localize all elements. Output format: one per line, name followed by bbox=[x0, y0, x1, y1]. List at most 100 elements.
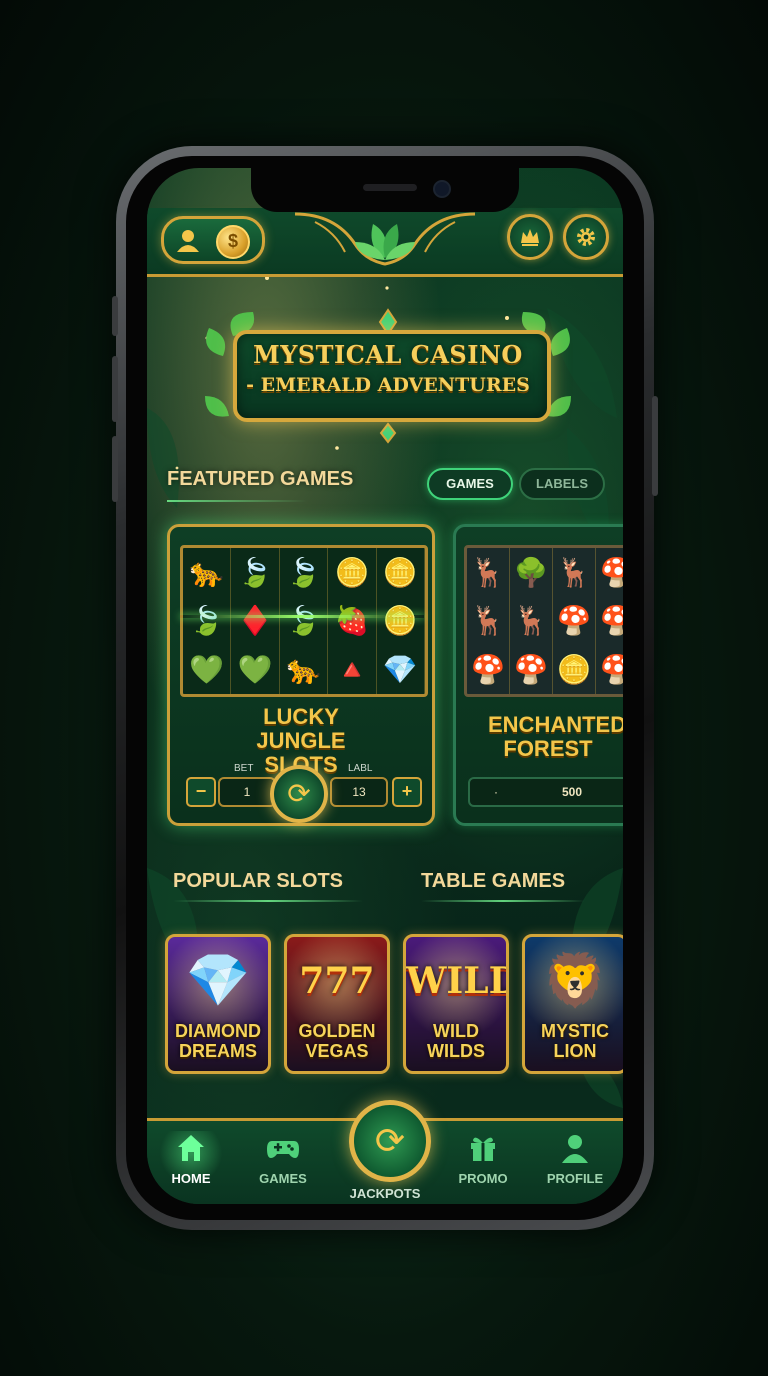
volume-up-button bbox=[112, 356, 118, 422]
reel-symbol: 🐆 bbox=[280, 645, 329, 694]
symbol-glyph: 🪙 bbox=[382, 605, 418, 637]
lines-label: LABL bbox=[348, 763, 373, 774]
section-underline bbox=[173, 900, 363, 902]
featured-games-heading: FEATURED GAMES bbox=[167, 468, 354, 490]
popular-slots-heading[interactable]: POPULAR SLOTS bbox=[173, 870, 343, 893]
symbol-glyph: 💚 bbox=[189, 654, 225, 686]
hero-subtitle: - EMERALD ADVENTURES bbox=[246, 374, 530, 396]
nav-games[interactable]: GAMES bbox=[243, 1131, 323, 1186]
bet-increase-button[interactable]: + bbox=[392, 777, 422, 807]
tab-labels[interactable]: LABELS bbox=[519, 468, 605, 500]
tile-name-line1: MYSTIC bbox=[540, 1021, 609, 1041]
reel-symbol: 🍄 bbox=[596, 548, 623, 597]
stake-value: 500 bbox=[561, 785, 583, 799]
reel-symbol: 🍄 bbox=[467, 645, 510, 694]
stake-dot: · bbox=[494, 785, 498, 799]
reel-symbol: 🍄 bbox=[510, 645, 553, 694]
tile-name-line2: VEGAS bbox=[305, 1041, 369, 1061]
reel-symbol: 🦌 bbox=[510, 596, 553, 646]
power-button bbox=[652, 396, 658, 496]
symbol-glyph: ♦️ bbox=[237, 605, 273, 637]
crown-button[interactable] bbox=[507, 214, 553, 260]
reel-symbol: 🍃 bbox=[183, 596, 232, 646]
game-tile[interactable]: WILD WILD WILDS bbox=[403, 934, 509, 1074]
reel-symbol: 💚 bbox=[183, 645, 232, 694]
game-title-text: ENCHANTED FOREST bbox=[488, 712, 623, 761]
symbol-glyph: 🍄 bbox=[556, 605, 592, 637]
symbol-glyph: 🍃 bbox=[189, 605, 225, 637]
reel-symbol: 💎 bbox=[377, 645, 425, 694]
reel-symbol: 🍃 bbox=[280, 596, 329, 646]
refresh-icon: ⟳ bbox=[374, 1120, 406, 1161]
app-screen: $ MYSTICAL CASINO - EMERALD ADVENTURES F… bbox=[147, 168, 623, 1204]
symbol-glyph: 🐆 bbox=[189, 556, 225, 588]
account-wallet-pill[interactable]: $ bbox=[161, 216, 265, 264]
stake-display: · 500 bbox=[468, 777, 623, 807]
tile-name-line1: WILD bbox=[433, 1021, 479, 1041]
tab-games[interactable]: GAMES bbox=[427, 468, 513, 500]
reel-symbol: 💚 bbox=[231, 645, 280, 694]
nav-home[interactable]: HOME bbox=[151, 1131, 231, 1186]
nav-profile-label: PROFILE bbox=[546, 1171, 604, 1186]
symbol-glyph: 🍄 bbox=[599, 605, 623, 637]
user-icon bbox=[177, 230, 199, 252]
hero-banner: MYSTICAL CASINO - EMERALD ADVENTURES bbox=[205, 308, 571, 444]
reel-symbol: 🦌 bbox=[553, 548, 596, 597]
front-camera bbox=[433, 180, 451, 198]
reel-symbol: 🪙 bbox=[328, 548, 377, 597]
reel-symbol: 🦌 bbox=[467, 596, 510, 646]
symbol-glyph: 🐆 bbox=[286, 654, 321, 686]
symbol-glyph: 💎 bbox=[382, 654, 418, 686]
slot-reels: 🦌 🌳 🦌 🍄 🦌 🦌 🍄 🍄 🍄 🍄 🪙 🍄 bbox=[464, 545, 623, 697]
table-games-heading[interactable]: TABLE GAMES bbox=[421, 870, 565, 893]
symbol-glyph: 🦌 bbox=[470, 605, 506, 637]
bet-decrease-button[interactable]: − bbox=[186, 777, 216, 807]
reel-symbol: ♦️ bbox=[231, 596, 280, 646]
enchanted-forest-card[interactable]: 🦌 🌳 🦌 🍄 🦌 🦌 🍄 🍄 🍄 🍄 🪙 🍄 ENCHANTED FOREST · 500 bbox=[453, 524, 623, 826]
phone-notch bbox=[251, 168, 519, 212]
symbol-glyph: 🦌 bbox=[470, 556, 506, 588]
symbol-glyph: 🍓 bbox=[334, 605, 370, 637]
symbol-glyph: 💚 bbox=[237, 654, 273, 686]
nav-promo[interactable]: PROMO bbox=[443, 1131, 523, 1186]
tile-artwork: 777 bbox=[299, 960, 375, 1002]
top-bar: $ bbox=[147, 208, 623, 277]
reel-symbol: 🐆 bbox=[183, 548, 232, 597]
symbol-glyph: 🍄 bbox=[599, 556, 623, 588]
tile-name-line2: DREAMS bbox=[178, 1041, 257, 1061]
profile-icon bbox=[562, 1135, 588, 1163]
tile-name-line1: DIAMOND bbox=[175, 1021, 261, 1041]
gear-icon bbox=[577, 228, 595, 246]
gift-icon bbox=[471, 1137, 495, 1161]
game-tile[interactable]: 777 GOLDEN VEGAS bbox=[284, 934, 390, 1074]
crown-icon bbox=[521, 229, 539, 246]
jackpots-button[interactable]: ⟳ bbox=[349, 1100, 431, 1182]
symbol-glyph: 🍄 bbox=[513, 654, 549, 686]
game-tile[interactable]: 🦁 MYSTIC LION bbox=[522, 934, 623, 1074]
reel-symbol: 🔺 bbox=[328, 645, 377, 694]
settings-button[interactable] bbox=[563, 214, 609, 260]
bet-label: BET bbox=[234, 763, 254, 774]
tile-name-line2: WILDS bbox=[427, 1041, 485, 1061]
nav-profile[interactable]: PROFILE bbox=[535, 1131, 615, 1186]
symbol-glyph: 🍄 bbox=[599, 654, 623, 686]
reel-symbol: 🍄 bbox=[596, 645, 623, 694]
nav-promo-label: PROMO bbox=[458, 1171, 508, 1186]
coin-icon: $ bbox=[216, 225, 250, 259]
nav-jackpots-label: JACKPOTS bbox=[349, 1186, 421, 1201]
game-tile[interactable]: 💎 DIAMOND DREAMS bbox=[165, 934, 271, 1074]
symbol-glyph: 🦌 bbox=[556, 556, 592, 588]
payline bbox=[180, 615, 424, 618]
symbol-glyph: 🪙 bbox=[334, 556, 370, 588]
symbol-glyph: 🍃 bbox=[286, 556, 321, 588]
earpiece-speaker bbox=[363, 184, 417, 191]
lines-value: 13 bbox=[330, 777, 388, 807]
reel-symbol: 🪙 bbox=[377, 548, 425, 597]
reel-symbol: 🪙 bbox=[553, 645, 596, 694]
tile-artwork: 🦁 bbox=[542, 952, 608, 1010]
slot-reels: 🐆 🍃 🍃 🪙 🪙 🍃 ♦️ 🍃 🍓 🪙 💚 💚 🐆 🔺 💎 bbox=[180, 545, 428, 697]
spin-button[interactable]: ⟳ bbox=[270, 765, 328, 823]
reel-symbol: 🍄 bbox=[553, 596, 596, 646]
lucky-jungle-slots-card[interactable]: 🐆🍃🍃🪙🪙🍃♦️🍃🍓🪙💚💚🐆🔺💎 LUCKY JUNGLE SLOTS BET … bbox=[167, 524, 435, 826]
heading-underline bbox=[167, 500, 307, 502]
